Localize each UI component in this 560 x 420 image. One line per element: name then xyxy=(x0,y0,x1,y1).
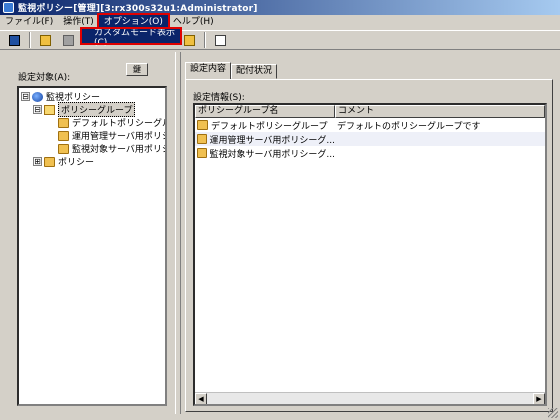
lock-button[interactable]: 鍵 xyxy=(126,63,148,76)
collapse-icon[interactable]: ⊟ xyxy=(33,105,42,114)
open-folder-icon xyxy=(44,104,55,115)
app-icon xyxy=(3,2,14,13)
column-header-comment[interactable]: コメント xyxy=(335,105,545,118)
tree-item-label: ポリシー xyxy=(58,158,95,168)
scroll-track[interactable] xyxy=(207,393,533,404)
scroll-left-icon[interactable]: ◀ xyxy=(195,393,207,404)
list-header: ポリシーグループ名 コメント xyxy=(195,105,545,118)
toolbar-separator xyxy=(29,32,31,48)
menubar: ファイル(F) 操作(T) オプション(O) ヘルプ(H) xyxy=(0,13,560,31)
folder-icon xyxy=(58,130,69,141)
custom-mode-menu-item[interactable]: カスタムモード表示(C) xyxy=(80,27,182,48)
tree-item-label: 監視対象サーバ用ポリシ xyxy=(72,145,167,155)
folder-icon xyxy=(197,120,208,130)
list-row[interactable]: 運用管理サーバ用ポリシーグ... xyxy=(195,132,545,146)
tree-item-default-group[interactable]: デフォルトポリシーグル xyxy=(58,116,167,129)
tab-settings[interactable]: 設定内容 xyxy=(185,62,232,79)
copy-icon xyxy=(63,34,74,46)
horizontal-scrollbar[interactable]: ◀ ▶ xyxy=(195,392,545,404)
menu-operation[interactable]: 操作(T) xyxy=(58,15,99,29)
toolbar-separator xyxy=(204,32,206,48)
folder-icon xyxy=(58,117,69,128)
list-row[interactable]: 監視対象サーバ用ポリシーグ... xyxy=(195,146,545,160)
column-header-name[interactable]: ポリシーグループ名 xyxy=(195,105,335,118)
tree-item-policy[interactable]: ⊞ ポリシー xyxy=(33,155,94,168)
row-name: 運用管理サーバ用ポリシーグ... xyxy=(209,135,336,146)
tab-strip: 設定内容 配付状況 xyxy=(185,62,278,79)
policy-group-list[interactable]: ポリシーグループ名 コメント デフォルトポリシーグループ デフォルトのポリシーグ… xyxy=(193,103,547,406)
open-folder-button[interactable] xyxy=(181,32,198,49)
window-icon xyxy=(215,34,226,46)
tab-distribution[interactable]: 配付状況 xyxy=(231,64,278,79)
row-name: デフォルトポリシーグループ xyxy=(211,121,328,132)
tree-item-label: ポリシーグループ xyxy=(58,102,136,117)
pane-splitter[interactable] xyxy=(175,52,181,414)
tab-panel: 設定情報(S): ポリシーグループ名 コメント デフォルトポリシーグループ デフ… xyxy=(185,79,553,412)
copy-button[interactable] xyxy=(60,32,77,49)
left-pane: 設定対象(A): 鍵 ⊟ 監視ポリシー ⊟ ポリシーグループ デフォルトポリシー… xyxy=(0,52,175,414)
tree-item-policy-group[interactable]: ⊟ ポリシーグループ xyxy=(33,102,136,117)
tree-item-management-server[interactable]: 運用管理サーバ用ポリシ xyxy=(58,129,167,142)
window-titlebar[interactable]: 監視ポリシー[管理][3:rx300s32u1:Administrator] xyxy=(0,0,560,15)
tree-item-label: 運用管理サーバ用ポリシ xyxy=(72,132,167,142)
row-name: 監視対象サーバ用ポリシーグ... xyxy=(209,149,336,160)
folder-icon xyxy=(40,34,51,46)
policy-button[interactable] xyxy=(6,32,23,49)
folder-icon xyxy=(58,143,69,154)
folder-button[interactable] xyxy=(37,32,54,49)
list-row[interactable]: デフォルトポリシーグループ デフォルトのポリシーグループです xyxy=(195,118,545,132)
expand-icon[interactable]: ⊞ xyxy=(33,157,42,166)
menu-file[interactable]: ファイル(F) xyxy=(0,15,58,29)
collapse-icon[interactable]: ⊟ xyxy=(21,92,30,101)
window-title: 監視ポリシー[管理][3:rx300s32u1:Administrator] xyxy=(18,4,258,14)
tree-item-label: デフォルトポリシーグル xyxy=(72,119,167,129)
folder-icon xyxy=(197,134,207,144)
row-comment: デフォルトのポリシーグループです xyxy=(337,121,481,132)
tree-item-monitored-server[interactable]: 監視対象サーバ用ポリシ xyxy=(58,142,167,155)
policy-tree[interactable]: ⊟ 監視ポリシー ⊟ ポリシーグループ デフォルトポリシーグル 運用管理サーバ用… xyxy=(17,86,167,406)
resize-grip[interactable] xyxy=(548,408,558,418)
folder-icon xyxy=(44,156,55,167)
policy-icon xyxy=(9,34,20,46)
open-folder-icon xyxy=(184,34,195,46)
scroll-right-icon[interactable]: ▶ xyxy=(533,393,545,404)
target-label: 設定対象(A): xyxy=(18,73,71,83)
folder-icon xyxy=(197,148,207,158)
globe-icon xyxy=(32,91,43,102)
window-button[interactable] xyxy=(212,32,229,49)
right-pane: 設定内容 配付状況 設定情報(S): ポリシーグループ名 コメント デフォルトポ… xyxy=(182,52,556,414)
settings-info-label: 設定情報(S): xyxy=(193,93,245,103)
